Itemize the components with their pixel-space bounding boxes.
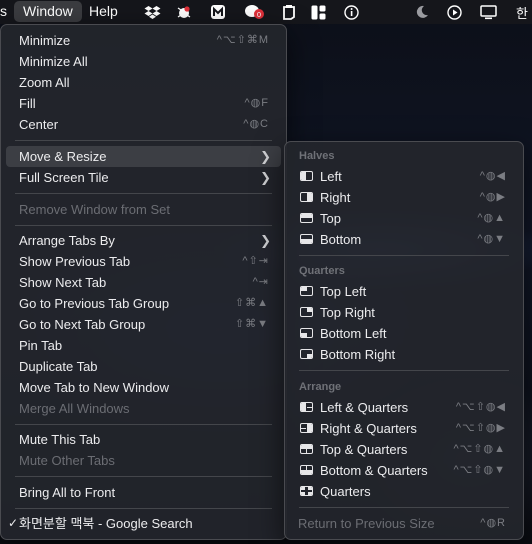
top-left-quarter-icon <box>300 286 313 296</box>
clipboard-icon[interactable] <box>279 0 299 24</box>
input-method-indicator[interactable]: 한 <box>512 0 532 24</box>
move-resize-submenu: Halves Left ^◍◀ Right ^◍▶ Top ^◍▲ Bottom ^◍▼… <box>284 141 524 540</box>
bottom-left-quarter-icon <box>300 328 313 338</box>
menu-item-move-resize[interactable]: Move & Resize ❯ <box>6 146 281 167</box>
bottom-and-quarters-icon <box>300 465 313 475</box>
menu-separator <box>299 370 509 371</box>
chevron-right-icon: ❯ <box>260 233 271 248</box>
info-icon[interactable] <box>341 0 361 24</box>
bottom-half-icon <box>300 234 313 244</box>
submenu-item-return-previous-size: Return to Previous Size ^◍R <box>298 516 506 531</box>
menu-item-minimize-all[interactable]: Minimize All <box>6 51 281 72</box>
submenu-item-quarters[interactable]: Quarters <box>290 481 518 502</box>
m-app-icon[interactable] <box>208 0 228 24</box>
dropbox-icon[interactable] <box>142 0 162 24</box>
submenu-item-top-quarters[interactable]: Top & Quarters ^⌥⇧◍▲ <box>290 439 518 460</box>
menu-item-zoom-all[interactable]: Zoom All <box>6 72 281 93</box>
menu-item-full-screen-tile[interactable]: Full Screen Tile ❯ <box>6 167 281 188</box>
menu-item-show-next-tab[interactable]: Show Next Tab ^⇥ <box>6 272 281 293</box>
bottom-right-quarter-icon <box>300 349 313 359</box>
section-header-quarters: Quarters <box>299 265 345 277</box>
menu-separator <box>15 424 272 425</box>
menu-separator <box>299 507 509 508</box>
menu-bar-help[interactable]: Help <box>89 0 118 24</box>
messages-notification-icon[interactable]: 0 <box>243 0 265 24</box>
submenu-item-left[interactable]: Left ^◍◀ <box>290 166 518 187</box>
menu-item-show-previous-tab[interactable]: Show Previous Tab ^⇧⇥ <box>6 251 281 272</box>
menu-item-mute-this-tab[interactable]: Mute This Tab <box>6 429 281 450</box>
submenu-item-top[interactable]: Top ^◍▲ <box>290 208 518 229</box>
menu-item-center[interactable]: Center ^◍C <box>6 114 281 135</box>
checkmark-icon: ✓ <box>8 516 19 530</box>
menu-item-next-tab-group[interactable]: Go to Next Tab Group ⇧⌘▼ <box>6 314 281 335</box>
display-icon[interactable] <box>477 0 499 24</box>
menu-item-move-tab-new-window[interactable]: Move Tab to New Window <box>6 377 281 398</box>
top-and-quarters-icon <box>300 444 313 454</box>
menu-bar-item-cut[interactable]: s <box>0 0 7 24</box>
menu-item-previous-tab-group[interactable]: Go to Previous Tab Group ⇧⌘▲ <box>6 293 281 314</box>
menu-separator <box>15 476 272 477</box>
menu-item-fill[interactable]: Fill ^◍F <box>6 93 281 114</box>
chevron-right-icon: ❯ <box>260 170 271 185</box>
window-layout-icon[interactable] <box>308 0 328 24</box>
chevron-right-icon: ❯ <box>260 149 271 164</box>
moon-icon[interactable] <box>412 0 432 24</box>
left-half-icon <box>300 171 313 181</box>
play-circle-icon[interactable] <box>444 0 464 24</box>
section-header-arrange: Arrange <box>299 381 342 393</box>
section-header-halves: Halves <box>299 150 335 162</box>
menu-item-pin-tab[interactable]: Pin Tab <box>6 335 281 356</box>
submenu-item-left-quarters[interactable]: Left & Quarters ^⌥⇧◍◀ <box>290 397 518 418</box>
menu-item-arrange-tabs-by[interactable]: Arrange Tabs By ❯ <box>6 230 281 251</box>
menu-separator <box>299 255 509 256</box>
menu-item-duplicate-tab[interactable]: Duplicate Tab <box>6 356 281 377</box>
menu-bar: s Window Help 0 한 <box>0 0 532 24</box>
left-and-quarters-icon <box>300 402 313 412</box>
window-menu: Minimize ^⌥⇧⌘M Minimize All Zoom All Fill… <box>0 24 287 540</box>
menu-separator <box>15 193 272 194</box>
submenu-item-top-left[interactable]: Top Left <box>290 281 518 302</box>
submenu-item-bottom-right[interactable]: Bottom Right <box>290 344 518 365</box>
submenu-item-bottom[interactable]: Bottom ^◍▼ <box>290 229 518 250</box>
menu-separator <box>15 140 272 141</box>
menu-item-minimize[interactable]: Minimize ^⌥⇧⌘M <box>6 30 281 51</box>
right-and-quarters-icon <box>300 423 313 433</box>
top-half-icon <box>300 213 313 223</box>
menu-item-merge-all-windows: Merge All Windows <box>19 401 130 416</box>
submenu-item-right-quarters[interactable]: Right & Quarters ^⌥⇧◍▶ <box>290 418 518 439</box>
menu-item-remove-window-from-set: Remove Window from Set <box>19 202 170 217</box>
submenu-item-bottom-quarters[interactable]: Bottom & Quarters ^⌥⇧◍▼ <box>290 460 518 481</box>
submenu-item-top-right[interactable]: Top Right <box>290 302 518 323</box>
menu-item-bring-all-to-front[interactable]: Bring All to Front <box>6 482 281 503</box>
menu-item-window-google-search[interactable]: ✓ 화면분할 맥북 - Google Search <box>6 513 281 534</box>
menu-separator <box>15 508 272 509</box>
submenu-item-bottom-left[interactable]: Bottom Left <box>290 323 518 344</box>
menu-separator <box>15 225 272 226</box>
quarters-grid-icon <box>300 486 313 496</box>
submenu-item-right[interactable]: Right ^◍▶ <box>290 187 518 208</box>
bug-icon[interactable] <box>174 0 194 24</box>
svg-text:0: 0 <box>257 11 261 19</box>
right-half-icon <box>300 192 313 202</box>
menu-bar-window[interactable]: Window <box>14 1 82 22</box>
top-right-quarter-icon <box>300 307 313 317</box>
menu-item-mute-other-tabs: Mute Other Tabs <box>19 453 115 468</box>
